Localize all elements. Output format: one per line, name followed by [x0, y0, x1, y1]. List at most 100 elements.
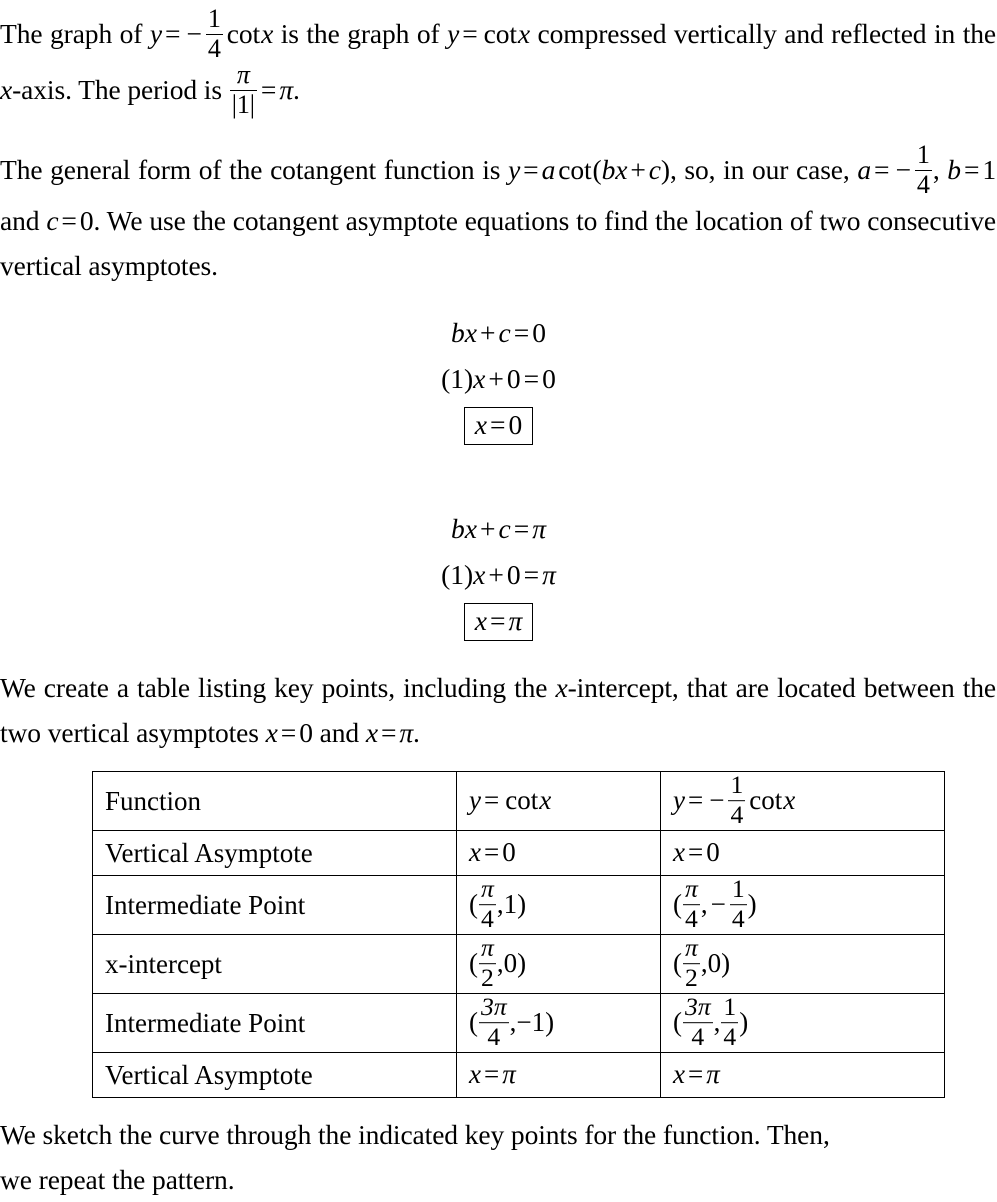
- table-row: Intermediate Point (3π 4 ,−1) (3π 4, 1 4): [92, 992, 945, 1053]
- r0c2-x: x: [539, 784, 552, 815]
- r3c3-fraction: π2: [683, 933, 700, 991]
- r5c3-eq: =: [687, 1058, 704, 1089]
- table-cell-point: (3π 4, 1 4): [660, 992, 945, 1053]
- p1-cot2: cot: [483, 18, 517, 50]
- r3c2-fraction: π2: [479, 933, 496, 991]
- eq1-l2-plus: +: [488, 363, 504, 394]
- r0c3-cot: cot: [749, 785, 783, 816]
- eq1-l1-rhs: 0: [532, 317, 546, 348]
- point-pi-over-4-comma-neg-quarter: (π 4, −1 4): [673, 876, 757, 933]
- row-label-function: Function: [105, 785, 202, 816]
- table-cell-point: (π 2,0): [456, 933, 661, 994]
- eq2-l1-eq: =: [513, 513, 530, 544]
- r3c3-num: π: [683, 933, 700, 964]
- p3-x1: x: [555, 672, 568, 703]
- r2c2-num: π: [479, 874, 496, 905]
- eq1-l1-eq: =: [513, 317, 530, 348]
- p4-line2: we repeat the pattern.: [0, 1164, 235, 1195]
- point-pi-over-2-comma-0: (π 2,0): [469, 933, 526, 991]
- eq2-l1-x: x: [464, 513, 477, 544]
- eq1-l2-rhs: 0: [542, 363, 556, 394]
- expr-y-equals-cot-x: y = cotx: [469, 785, 551, 816]
- table-cell-value: x = 0: [660, 830, 945, 876]
- p3-val2: π: [399, 717, 414, 748]
- eq2-l2-one: 1: [450, 559, 464, 590]
- document-page: The graph of y = −1 4 cotx is the graph of y…: [0, 0, 997, 1195]
- r4c2-open: (: [469, 1007, 478, 1038]
- p2-y: y: [508, 154, 521, 186]
- eq1-l2-paren-open: (: [441, 363, 451, 394]
- r1c2-val: 0: [502, 836, 516, 867]
- p1-eq2: =: [462, 18, 478, 50]
- r1c3-eq: =: [687, 836, 704, 867]
- table-row: Vertical Asymptote x = π x = π: [92, 1052, 945, 1098]
- point-3pi-over-4-comma-neg-1: (3π 4 ,−1): [469, 994, 554, 1050]
- r5c2-val: π: [502, 1058, 516, 1089]
- key-points-table: Function y = cotx y = −1 4 cotx Vertical Asymp…: [92, 771, 945, 1098]
- r4c3-ynum: 1: [721, 992, 739, 1023]
- r2c3-den: 4: [685, 903, 698, 933]
- r2c3-yden: 4: [731, 903, 745, 933]
- eq2-l1-rhs: π: [532, 513, 546, 544]
- table-cell-value: x = 0: [456, 830, 661, 876]
- row-label-intermediate-point: Intermediate Point: [105, 1007, 306, 1038]
- r5c2-eq: =: [483, 1058, 500, 1089]
- table-cell-point: (π 2,0): [660, 933, 945, 994]
- eq1-line1: bx + c = 0: [0, 310, 997, 356]
- eq1-l2-zero: 0: [506, 363, 521, 394]
- p1-y2: y: [447, 18, 460, 50]
- p1-y1: y: [149, 18, 162, 50]
- p4-line1: We sketch the curve through the indicate…: [0, 1119, 830, 1150]
- eq1-line3: x = 0: [0, 402, 997, 448]
- table-cell-label: Intermediate Point: [92, 875, 457, 935]
- row-label-intermediate-point: Intermediate Point: [105, 889, 306, 920]
- p2-x1: x: [615, 154, 628, 186]
- eq2-l2-rhs: π: [542, 559, 556, 590]
- p1-seg4: -axis. The period is: [12, 74, 229, 106]
- p2-seg1: The general form of the cotangent functi…: [0, 154, 509, 186]
- row-label-vertical-asymptote: Vertical Asymptote: [105, 1059, 313, 1090]
- r0c3-num: 1: [728, 770, 746, 801]
- r4c3-open: (: [673, 1007, 682, 1038]
- r2c3-y-fraction: 14: [729, 876, 747, 933]
- p2-minus: −: [895, 154, 911, 186]
- table-cell-label: x-intercept: [92, 934, 457, 994]
- r5c3-x: x: [673, 1058, 685, 1089]
- table-cell-point: (π 4,1): [456, 874, 661, 935]
- eq1-l2-one: 1: [450, 363, 464, 394]
- p2-seg3: ,: [932, 154, 948, 186]
- eq1-l1-c: c: [498, 317, 511, 348]
- table-cell-cot: y = cotx: [456, 771, 661, 831]
- r0c3-minus: −: [709, 785, 725, 816]
- eq2-l2-eq: =: [523, 559, 540, 590]
- p2-seg2: , so, in our case,: [669, 154, 858, 186]
- p1-fraction-one-fourth: 14: [205, 5, 223, 63]
- p2-eq3: =: [963, 154, 980, 186]
- p2-a1: a: [541, 154, 556, 186]
- p3-x3: x: [365, 717, 378, 748]
- p2-bval: 1: [982, 154, 997, 186]
- p1-x1: x: [261, 18, 274, 50]
- table-cell-label: Vertical Asymptote: [92, 1052, 457, 1098]
- point-pi-over-4-comma-1: (π 4,1): [469, 874, 526, 932]
- r4c3-comma: ,: [713, 1007, 721, 1038]
- p2-b2: b: [947, 154, 961, 186]
- r2c3-close: ): [747, 889, 757, 920]
- paragraph-general-form: The general form of the cotangent functi…: [0, 141, 997, 288]
- r3c2-num: π: [479, 933, 496, 964]
- r2c2-open: (: [469, 889, 478, 920]
- eq1-l2-x: x: [473, 363, 486, 394]
- p1-frac-denominator: 4: [207, 33, 221, 63]
- eq1-line2: (1)x +0 = 0: [0, 356, 997, 402]
- paragraph-graph-description: The graph of y = −1 4 cotx is the graph of y…: [0, 5, 996, 119]
- p1-period-fraction: π |1|: [229, 62, 257, 118]
- p1-period-numerator: π: [229, 62, 257, 91]
- r4c3-close: ): [739, 1007, 749, 1038]
- r3c2-open: (: [469, 948, 478, 979]
- r2c3-sign: −: [710, 889, 726, 920]
- p3-val1: 0: [299, 717, 313, 748]
- p3-seg4: .: [413, 717, 420, 748]
- expr-x-equals-pi: x = π: [469, 1059, 516, 1090]
- eq2-l1-plus: +: [479, 513, 496, 544]
- p1-period-end: .: [293, 74, 300, 106]
